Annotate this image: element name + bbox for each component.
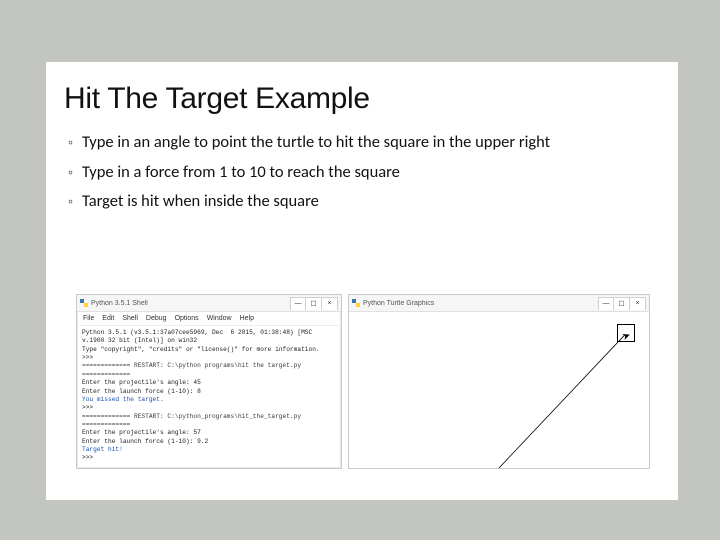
window-title: Python Turtle Graphics [363, 300, 598, 307]
embedded-screenshot: Python 3.5.1 Shell — ☐ × File Edit Shell… [76, 294, 650, 469]
shell-line: Enter the projectile's angle: 45 [82, 379, 201, 386]
bullet-marker: ◦ [68, 132, 82, 153]
maximize-button[interactable]: ☐ [306, 297, 322, 310]
list-item: ◦ Type in a force from 1 to 10 to reach … [68, 162, 656, 183]
shell-restart: ============= RESTART: C:\python_program… [82, 413, 305, 428]
shell-restart: ============= RESTART: C:\python program… [82, 362, 305, 377]
python-icon [80, 299, 88, 307]
menu-shell[interactable]: Shell [122, 315, 138, 322]
bullet-text: Type in an angle to point the turtle to … [82, 132, 656, 153]
close-button[interactable]: × [630, 297, 646, 310]
window-controls: — ☐ × [290, 297, 338, 310]
shell-output: Python 3.5.1 (v3.5.1:37a07cee5969, Dec 6… [77, 326, 341, 468]
menu-edit[interactable]: Edit [102, 315, 114, 322]
shell-line: Type "copyright", "credits" or "license(… [82, 346, 320, 353]
python-shell-window: Python 3.5.1 Shell — ☐ × File Edit Shell… [76, 294, 342, 469]
close-button[interactable]: × [322, 297, 338, 310]
list-item: ◦ Target is hit when inside the square [68, 191, 656, 212]
slide: Hit The Target Example ◦ Type in an angl… [46, 62, 678, 500]
shell-line: Enter the launch force (1-10): 9.2 [82, 438, 208, 445]
shell-result: Target hit! [82, 446, 123, 453]
turtle-canvas: ➤ [349, 312, 649, 468]
bullet-marker: ◦ [68, 162, 82, 183]
menu-help[interactable]: Help [240, 315, 254, 322]
minimize-button[interactable]: — [598, 297, 614, 310]
shell-line: Enter the projectile's angle: 57 [82, 429, 201, 436]
shell-line: Enter the launch force (1-10): 8 [82, 388, 201, 395]
minimize-button[interactable]: — [290, 297, 306, 310]
shell-prompt: >>> [82, 454, 93, 461]
bullet-text: Type in a force from 1 to 10 to reach th… [82, 162, 656, 183]
shell-result: You missed the target. [82, 396, 164, 403]
menu-window[interactable]: Window [207, 315, 232, 322]
titlebar: Python 3.5.1 Shell — ☐ × [77, 295, 341, 312]
shell-prompt: >>> [82, 354, 93, 361]
window-title: Python 3.5.1 Shell [91, 300, 290, 307]
bullet-marker: ◦ [68, 191, 82, 212]
menubar: File Edit Shell Debug Options Window Hel… [77, 312, 341, 326]
turtle-graphics-window: Python Turtle Graphics — ☐ × ➤ [348, 294, 650, 469]
shell-prompt: >>> [82, 404, 93, 411]
bullet-list: ◦ Type in an angle to point the turtle t… [46, 124, 678, 212]
slide-title: Hit The Target Example [46, 62, 678, 124]
maximize-button[interactable]: ☐ [614, 297, 630, 310]
python-icon [352, 299, 360, 307]
shell-line: Python 3.5.1 (v3.5.1:37a07cee5969, Dec 6… [82, 329, 316, 344]
list-item: ◦ Type in an angle to point the turtle t… [68, 132, 656, 153]
menu-options[interactable]: Options [175, 315, 199, 322]
titlebar: Python Turtle Graphics — ☐ × [349, 295, 649, 312]
menu-file[interactable]: File [83, 315, 94, 322]
trajectory-line [349, 312, 649, 468]
window-controls: — ☐ × [598, 297, 646, 310]
menu-debug[interactable]: Debug [146, 315, 167, 322]
bullet-text: Target is hit when inside the square [82, 191, 656, 212]
